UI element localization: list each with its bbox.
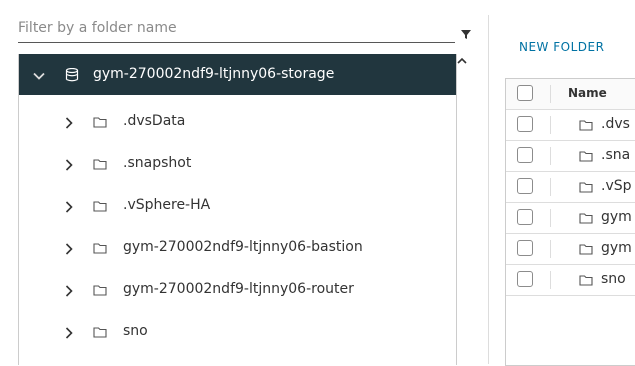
tree-node-label: gym-270002ndf9-ltjnny06-bastion xyxy=(123,239,363,255)
tree-node-label: .dvsData xyxy=(123,113,186,129)
folder-icon xyxy=(93,201,107,212)
chevron-down-icon[interactable] xyxy=(33,70,45,82)
database-icon xyxy=(65,68,79,82)
column-divider xyxy=(550,178,551,196)
chevron-right-icon[interactable] xyxy=(63,327,75,339)
column-header-name[interactable]: Name xyxy=(568,86,607,100)
column-divider xyxy=(550,209,551,227)
filter-field xyxy=(18,14,455,43)
chevron-right-icon[interactable] xyxy=(63,117,75,129)
row-name: .dvs xyxy=(601,116,630,132)
table-row[interactable]: .vSp xyxy=(506,172,635,203)
folder-icon xyxy=(579,213,593,224)
folder-icon xyxy=(579,182,593,193)
scroll-up-icon[interactable] xyxy=(455,54,469,68)
tree-node-label: .vSphere-HA xyxy=(123,197,211,213)
tree-node-label: gym-270002ndf9-ltjnny06-storage xyxy=(93,66,335,82)
filter-icon[interactable] xyxy=(460,28,472,40)
folder-tree-panel: gym-270002ndf9-ltjnny06-storage .dvsData… xyxy=(0,0,472,365)
tree-node-vsphere-ha[interactable]: .vSphere-HA xyxy=(19,185,456,226)
chevron-right-icon[interactable] xyxy=(63,159,75,171)
folder-icon xyxy=(579,244,593,255)
select-all-checkbox[interactable] xyxy=(517,85,533,101)
folder-icon xyxy=(93,117,107,128)
table-row[interactable]: .sna xyxy=(506,141,635,172)
row-checkbox[interactable] xyxy=(517,209,533,225)
chevron-right-icon[interactable] xyxy=(63,285,75,297)
table-row[interactable]: gym xyxy=(506,234,635,265)
row-checkbox[interactable] xyxy=(517,147,533,163)
folder-icon xyxy=(93,159,107,170)
tree-node-label: sno xyxy=(123,323,148,339)
tree-node-bastion[interactable]: gym-270002ndf9-ltjnny06-bastion xyxy=(19,227,456,268)
chevron-right-icon[interactable] xyxy=(63,201,75,213)
column-divider xyxy=(550,240,551,258)
column-divider xyxy=(550,271,551,289)
chevron-right-icon[interactable] xyxy=(63,243,75,255)
folder-icon xyxy=(579,151,593,162)
folder-icon xyxy=(93,327,107,338)
folder-tree: gym-270002ndf9-ltjnny06-storage .dvsData… xyxy=(18,54,457,365)
folder-icon xyxy=(579,120,593,131)
tree-node-root[interactable]: gym-270002ndf9-ltjnny06-storage xyxy=(19,54,456,95)
column-divider xyxy=(550,147,551,165)
tree-node-label: .snapshot xyxy=(123,155,192,171)
row-name: sno xyxy=(601,271,626,287)
folder-icon xyxy=(93,285,107,296)
row-checkbox[interactable] xyxy=(517,240,533,256)
folder-icon xyxy=(93,243,107,254)
folder-grid: Name .dvs .sna .vSp gym gym sno xyxy=(505,78,635,366)
tree-node-label: gym-270002ndf9-ltjnny06-router xyxy=(123,281,354,297)
filter-input[interactable] xyxy=(18,18,438,38)
tree-node-router[interactable]: gym-270002ndf9-ltjnny06-router xyxy=(19,269,456,310)
row-checkbox[interactable] xyxy=(517,178,533,194)
column-divider xyxy=(550,85,551,103)
row-checkbox[interactable] xyxy=(517,271,533,287)
row-name: .vSp xyxy=(601,178,632,194)
grid-header-row: Name xyxy=(506,79,635,110)
tree-node-sno[interactable]: sno xyxy=(19,311,456,352)
row-checkbox[interactable] xyxy=(517,116,533,132)
row-name: gym xyxy=(601,209,632,225)
row-name: gym xyxy=(601,240,632,256)
folder-icon xyxy=(579,275,593,286)
column-divider xyxy=(550,116,551,134)
tree-node-dvsdata[interactable]: .dvsData xyxy=(19,101,456,142)
tree-node-snapshot[interactable]: .snapshot xyxy=(19,143,456,184)
table-row[interactable]: .dvs xyxy=(506,110,635,141)
table-row[interactable]: gym xyxy=(506,203,635,234)
panel-divider[interactable] xyxy=(488,15,489,364)
table-row[interactable]: sno xyxy=(506,265,635,296)
new-folder-button[interactable]: NEW FOLDER xyxy=(519,40,604,54)
row-name: .sna xyxy=(601,147,631,163)
